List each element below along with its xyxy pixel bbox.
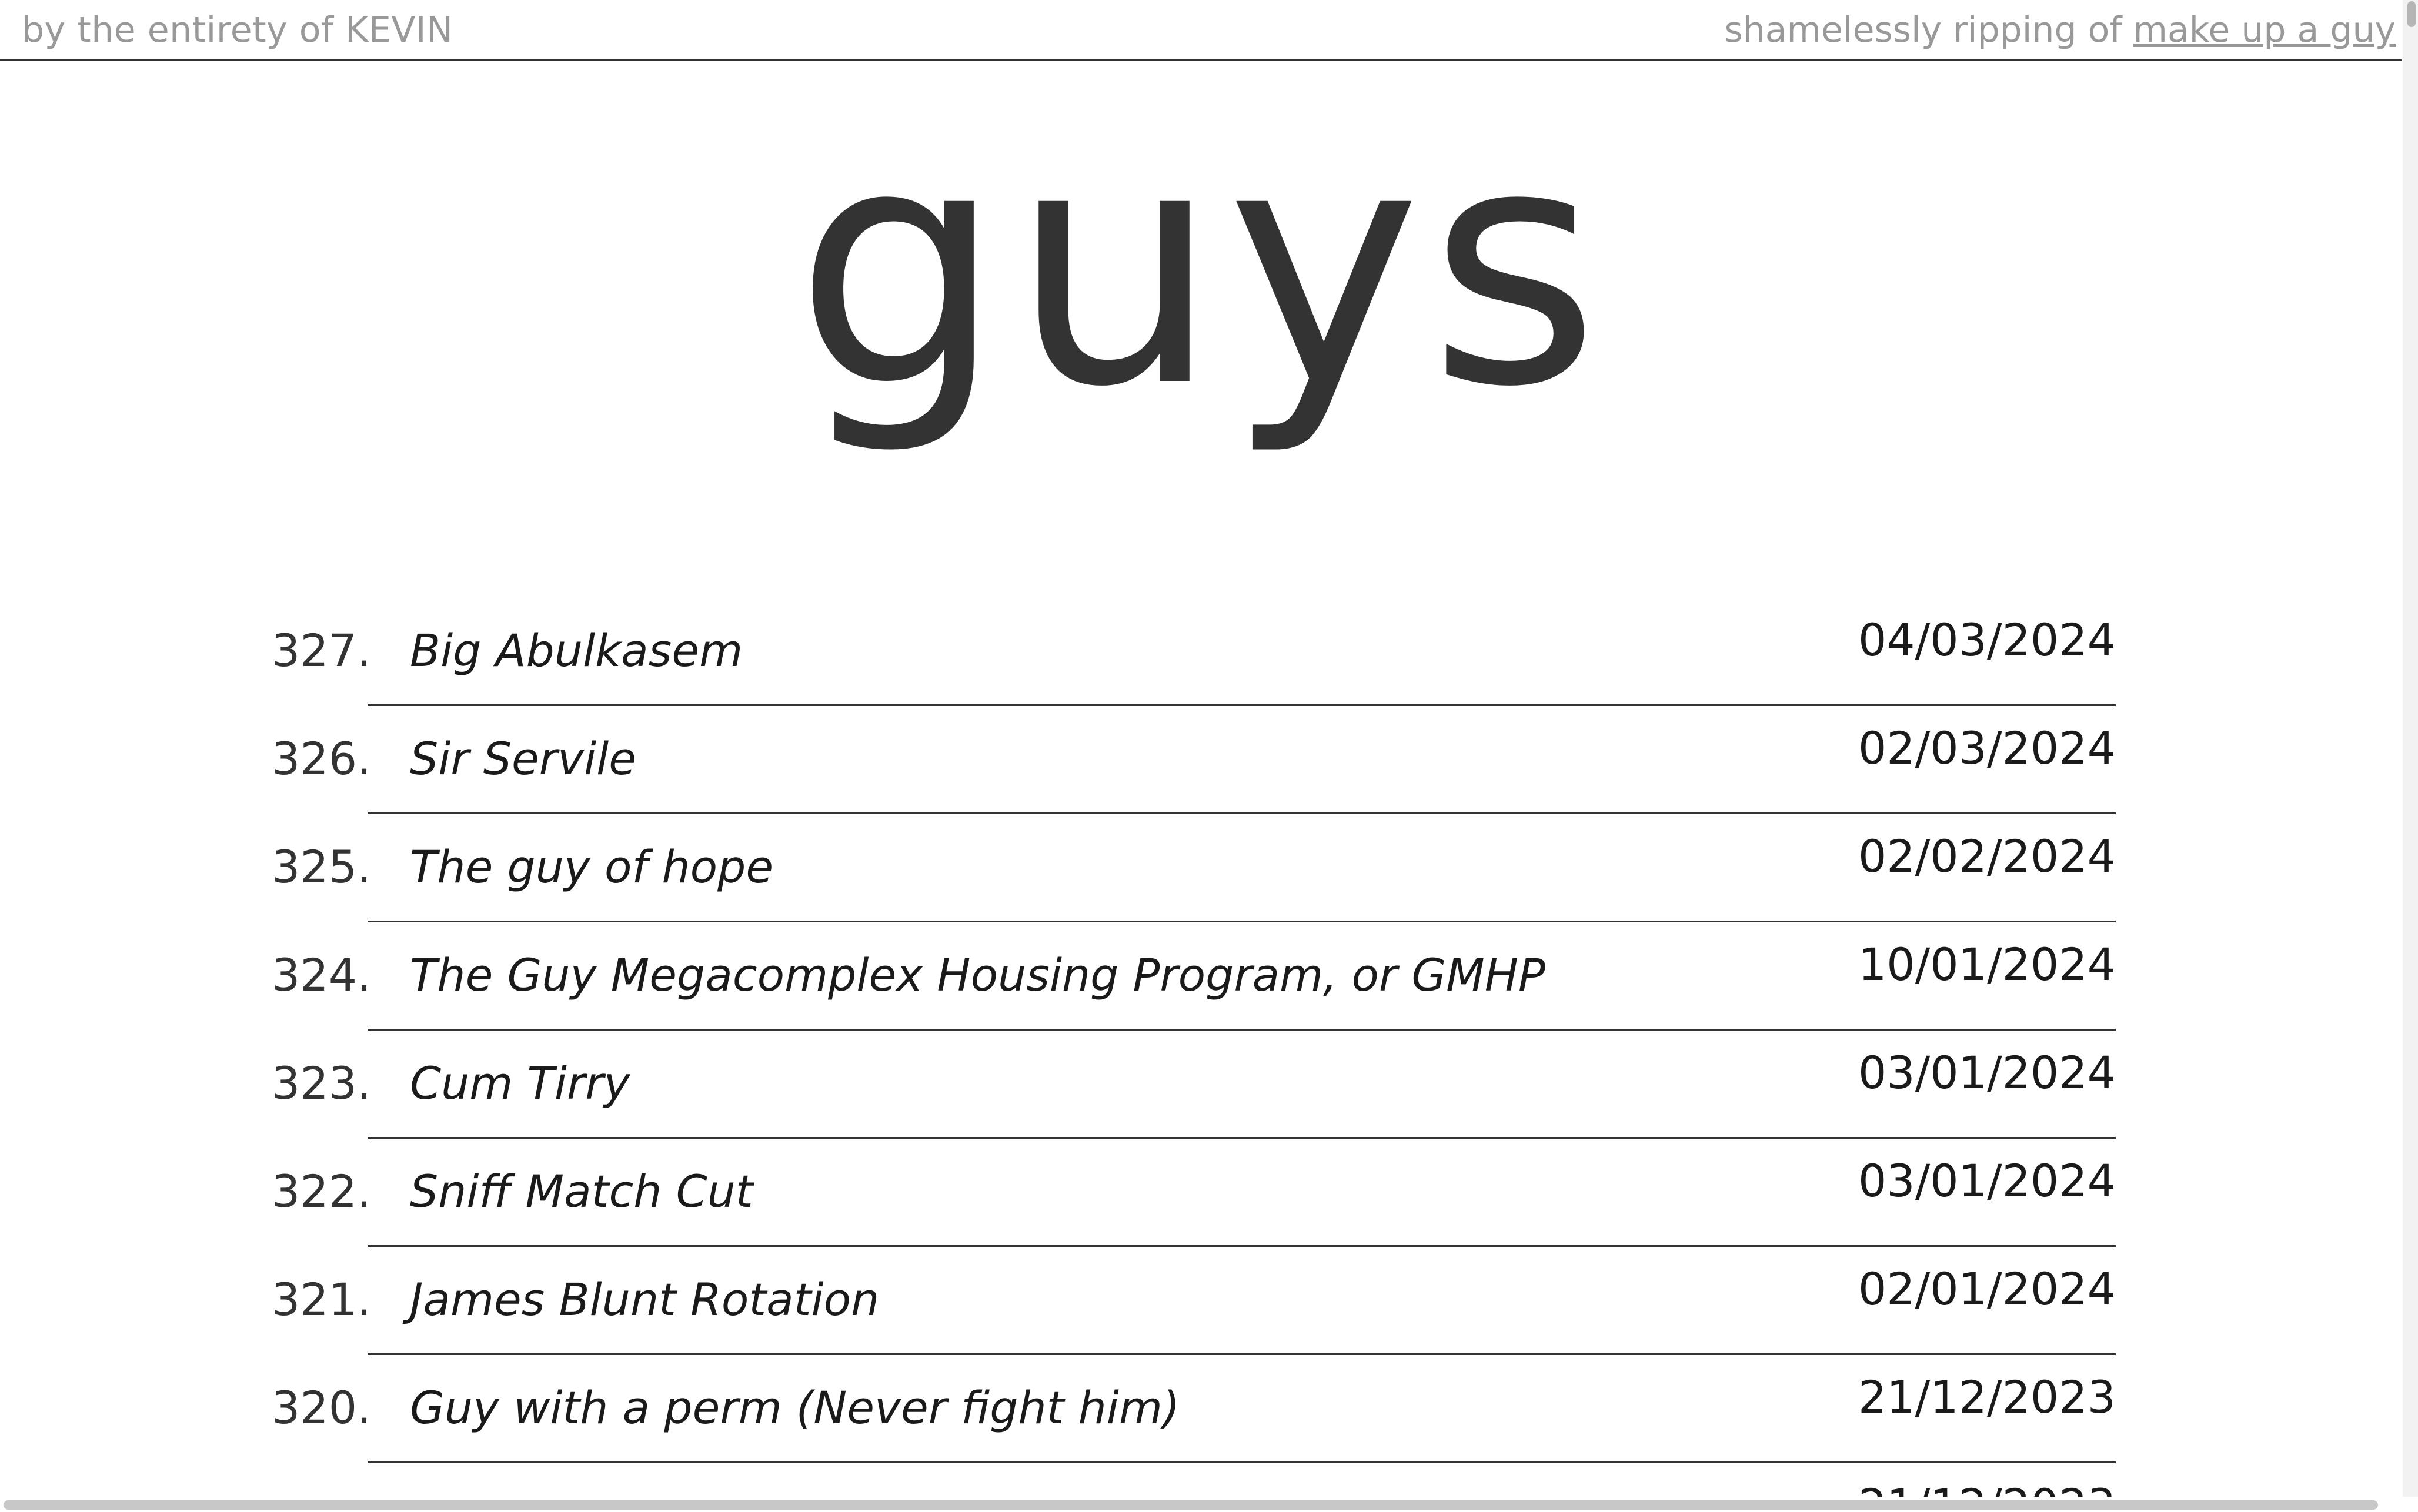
page: by the entirety of KEVIN shamelessly rip… (0, 0, 2418, 1512)
vertical-scrollbar[interactable] (2403, 0, 2418, 1505)
entry-name-link[interactable]: The Guy Megacomplex Housing Program, or … (410, 949, 1545, 1001)
entry-name-link[interactable]: Cum Tirry (410, 1057, 630, 1109)
entry-date: 02/03/2024 (1858, 722, 2116, 774)
guy-entry[interactable]: 322. Sniff Match Cut 03/01/2024 (0, 1143, 2402, 1251)
entry-number: 320. (272, 1381, 372, 1434)
entry-date: 03/01/2024 (1858, 1155, 2116, 1207)
guy-entry[interactable]: 320. Guy with a perm (Never fight him) 21/… (0, 1359, 2402, 1467)
entry-number: 323. (272, 1057, 372, 1109)
entry-number: 321. (272, 1273, 372, 1326)
guy-entry[interactable]: 325. The guy of hope 02/02/2024 (0, 818, 2402, 926)
entry-name-link[interactable]: Sir Servile (410, 732, 636, 785)
entry-date: 02/02/2024 (1858, 830, 2116, 882)
entry-name-link[interactable]: The guy of hope (410, 841, 773, 893)
horizontal-scrollbar-thumb[interactable] (4, 1500, 2378, 1510)
entry-divider (368, 921, 2116, 922)
entry-name-link[interactable]: Big Abulkasem (410, 624, 743, 677)
entry-divider (368, 812, 2116, 814)
entry-name-link[interactable]: Sniff Match Cut (410, 1165, 753, 1217)
vertical-scrollbar-thumb[interactable] (2407, 1, 2416, 27)
page-title: guys (794, 76, 1607, 459)
entry-date: 10/01/2024 (1858, 938, 2116, 991)
entry-number: 327. (272, 624, 372, 677)
guy-entry[interactable]: 321. James Blunt Rotation 02/01/2024 (0, 1251, 2402, 1359)
entry-divider (368, 704, 2116, 706)
entry-number: 324. (272, 949, 372, 1001)
entry-date: 02/01/2024 (1858, 1263, 2116, 1315)
entry-divider (368, 1137, 2116, 1139)
guy-list: 327. Big Abulkasem 04/03/2024 326. Sir Servi… (0, 602, 2402, 1512)
guy-entry[interactable]: 323. Cum Tirry 03/01/2024 (0, 1035, 2402, 1143)
top-bar: by the entirety of KEVIN shamelessly rip… (0, 0, 2402, 61)
entry-number: 322. (272, 1165, 372, 1217)
entry-divider (368, 1029, 2116, 1031)
entry-divider (368, 1461, 2116, 1463)
entry-number: 326. (272, 732, 372, 785)
entry-date: 04/03/2024 (1858, 614, 2116, 666)
entry-number: 325. (272, 841, 372, 893)
guy-entry[interactable]: 327. Big Abulkasem 04/03/2024 (0, 602, 2402, 710)
entry-date: 21/12/2023 (1858, 1371, 2116, 1423)
horizontal-scrollbar[interactable] (0, 1497, 2418, 1512)
byline: by the entirety of KEVIN (22, 9, 453, 51)
guy-entry[interactable]: 326. Sir Servile 02/03/2024 (0, 710, 2402, 818)
entry-divider (368, 1353, 2116, 1355)
credit: shamelessly ripping of make up a guy (1724, 9, 2396, 51)
entry-date: 03/01/2024 (1858, 1046, 2116, 1099)
entry-name-link[interactable]: Guy with a perm (Never fight him) (410, 1381, 1180, 1434)
guy-entry[interactable]: 324. The Guy Megacomplex Housing Program,… (0, 926, 2402, 1035)
credit-text: shamelessly ripping of (1724, 9, 2133, 51)
entry-divider (368, 1245, 2116, 1247)
entry-name-link[interactable]: James Blunt Rotation (410, 1273, 879, 1326)
make-up-a-guy-link[interactable]: make up a guy (2133, 9, 2396, 51)
